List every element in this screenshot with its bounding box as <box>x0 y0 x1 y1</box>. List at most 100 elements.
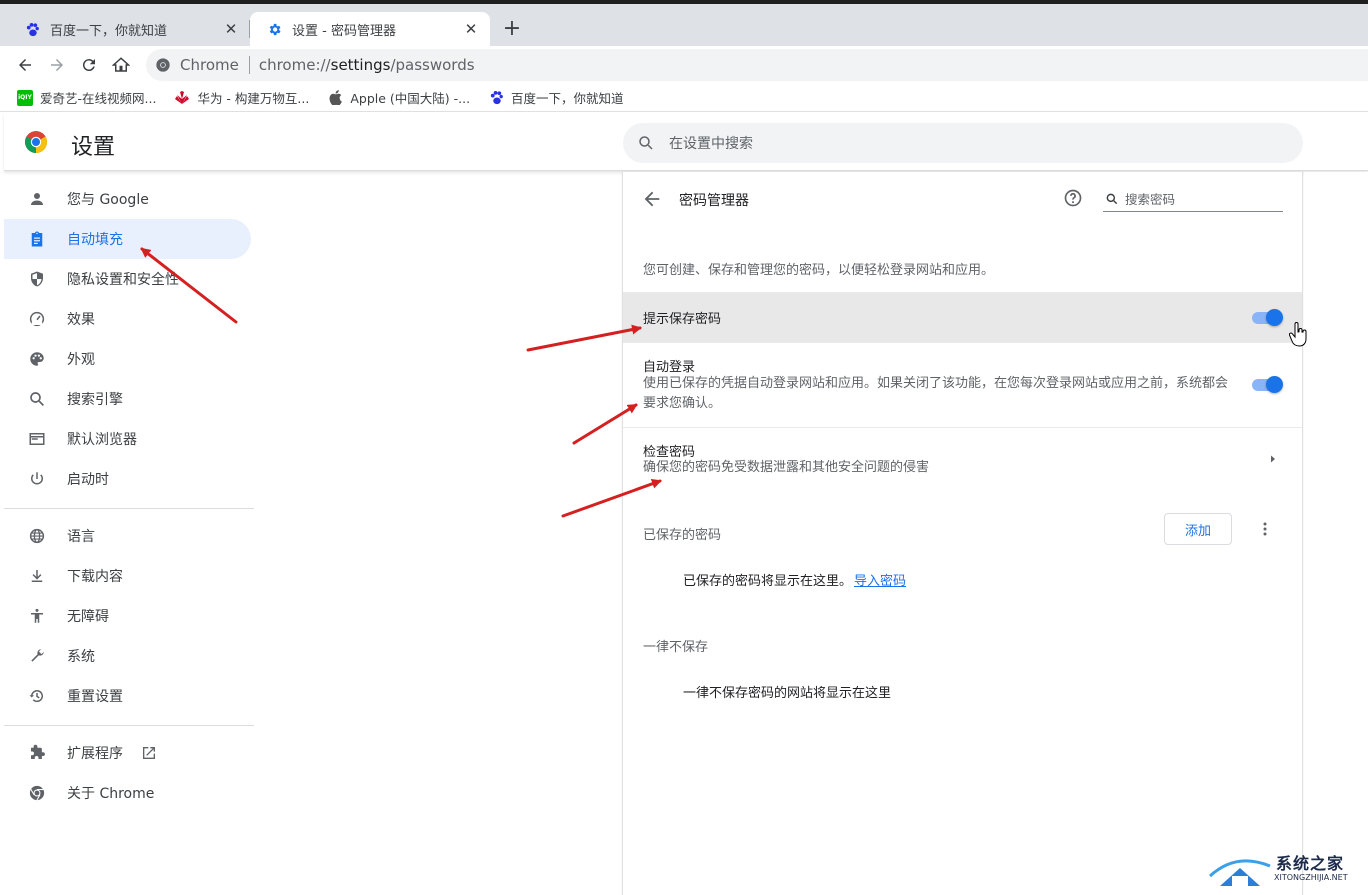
new-tab-button[interactable]: + <box>500 18 524 42</box>
watermark-subtext: XITONGZHIJIA.NET <box>1274 873 1348 882</box>
omnibox-separator <box>248 56 250 74</box>
arrow-right-icon <box>51 59 63 71</box>
sidebar-item-languages[interactable]: 语言 <box>4 516 251 556</box>
baidu-paw-icon <box>488 90 504 106</box>
toggle-knob <box>1266 309 1283 326</box>
baidu-paw-icon <box>24 21 40 37</box>
sidebar-item-reset[interactable]: 重置设置 <box>4 676 251 716</box>
bookmark-label: Apple (中国大陆) -... <box>350 91 471 106</box>
accessibility-icon <box>27 606 47 626</box>
sidebar-item-system[interactable]: 系统 <box>4 636 251 676</box>
sidebar-item-performance[interactable]: 效果 <box>4 299 251 339</box>
reload-button[interactable] <box>76 52 102 78</box>
chrome-icon <box>154 56 172 74</box>
sidebar-item-label: 自动填充 <box>67 232 123 248</box>
sidebar-item-label: 启动时 <box>67 472 109 488</box>
sidebar-item-label: 默认浏览器 <box>67 432 137 448</box>
sidebar-item-privacy[interactable]: 隐私设置和安全性 <box>4 259 251 299</box>
password-manager-card: 密码管理器 搜索密码 您可创建、保存和管理您的密码，以便轻松登录网站和应用。 提… <box>622 172 1303 895</box>
password-search-input[interactable]: 搜索密码 <box>1103 186 1283 212</box>
sidebar-item-label: 您与 Google <box>67 192 149 208</box>
offer-to-save-toggle[interactable] <box>1252 307 1283 327</box>
home-icon <box>112 57 130 72</box>
bookmark-apple[interactable]: Apple (中国大陆) -... <box>327 88 470 107</box>
sidebar-item-extensions[interactable]: 扩展程序 <box>4 733 251 773</box>
sidebar-item-on-startup[interactable]: 启动时 <box>4 459 251 499</box>
help-icon[interactable] <box>1063 188 1083 208</box>
speedometer-icon <box>27 309 47 329</box>
sidebar-item-about-chrome[interactable]: 关于 Chrome <box>4 773 251 813</box>
search-placeholder: 在设置中搜索 <box>669 136 753 152</box>
tab-baidu[interactable]: 百度一下，你就知道 ✕ <box>8 12 250 46</box>
person-icon <box>27 189 47 209</box>
sidebar-item-accessibility[interactable]: 无障碍 <box>4 596 251 636</box>
sidebar-item-label: 搜索引擎 <box>67 392 123 408</box>
sidebar-item-label: 扩展程序 <box>67 746 123 762</box>
gear-icon <box>266 21 282 37</box>
sidebar-item-label: 语言 <box>67 529 95 545</box>
bookmark-label: 爱奇艺-在线视频网... <box>40 91 157 106</box>
iqiyi-icon: iQIY <box>17 89 33 106</box>
apple-icon <box>327 90 343 106</box>
watermark-text: 系统之家 <box>1276 854 1345 873</box>
bookmark-label: 华为 - 构建万物互... <box>197 91 310 106</box>
url-scheme: chrome:// <box>258 56 331 74</box>
sidebar-item-search-engine[interactable]: 搜索引擎 <box>4 379 251 419</box>
empty-text: 已保存的密码将显示在这里。 <box>683 574 853 589</box>
setting-label: 提示保存密码 <box>643 312 722 327</box>
bookmark-baidu[interactable]: 百度一下，你就知道 <box>488 88 624 107</box>
chrome-logo-icon <box>25 131 47 153</box>
page-description: 您可创建、保存和管理您的密码，以便轻松登录网站和应用。 <box>643 263 995 278</box>
search-icon <box>27 389 47 409</box>
home-button[interactable] <box>108 52 134 78</box>
right-gutter <box>1304 172 1368 895</box>
reload-icon <box>82 59 95 72</box>
import-passwords-link[interactable]: 导入密码 <box>854 574 906 589</box>
more-vert-icon[interactable] <box>1255 519 1275 539</box>
bookmark-iqiyi[interactable]: iQIY 爱奇艺-在线视频网... <box>17 88 156 107</box>
sidebar-item-label: 外观 <box>67 352 95 368</box>
add-password-button[interactable]: 添加 <box>1164 513 1232 545</box>
setting-label: 自动登录 <box>643 360 696 375</box>
check-passwords-row[interactable]: 检查密码 确保您的密码免受数据泄露和其他安全问题的侵害 <box>623 427 1302 492</box>
back-arrow-icon[interactable] <box>641 188 663 210</box>
sidebar-item-default-browser[interactable]: 默认浏览器 <box>4 419 251 459</box>
never-saved-heading: 一律不保存 <box>643 640 709 655</box>
saved-passwords-empty: 已保存的密码将显示在这里。 导入密码 <box>683 570 906 589</box>
close-tab-icon[interactable]: ✕ <box>222 20 240 38</box>
sidebar-item-appearance[interactable]: 外观 <box>4 339 251 379</box>
url-host: settings <box>330 56 391 74</box>
sidebar-divider <box>4 725 254 726</box>
settings-search-input[interactable]: 在设置中搜索 <box>623 123 1303 163</box>
sidebar-item-label: 系统 <box>67 649 95 665</box>
auto-signin-row[interactable]: 自动登录 使用已保存的凭据自动登录网站和应用。如果关闭了该功能，在您每次登录网站… <box>623 342 1302 427</box>
bookmark-huawei[interactable]: 华为 - 构建万物互... <box>174 88 309 107</box>
saved-passwords-heading: 已保存的密码 <box>643 528 722 543</box>
offer-to-save-row[interactable]: 提示保存密码 <box>623 292 1302 342</box>
sidebar-item-label: 隐私设置和安全性 <box>67 272 179 288</box>
shield-icon <box>27 269 47 289</box>
forward-button[interactable] <box>44 52 70 78</box>
search-placeholder: 搜索密码 <box>1125 192 1176 207</box>
tab-settings[interactable]: 设置 - 密码管理器 ✕ <box>250 12 490 46</box>
huawei-icon <box>174 90 190 106</box>
page-title: 密码管理器 <box>679 193 749 209</box>
address-bar[interactable]: Chrome chrome://settings/passwords <box>146 49 1368 81</box>
wrench-icon <box>27 646 47 666</box>
sidebar-item-autofill[interactable]: 自动填充 <box>4 219 251 259</box>
bookmarks-bar: iQIY 爱奇艺-在线视频网... 华为 - 构建万物互... Apple (中… <box>0 84 1368 112</box>
sidebar-item-you-and-google[interactable]: 您与 Google <box>4 179 251 219</box>
search-icon <box>639 136 653 150</box>
chrome-icon <box>27 783 47 803</box>
close-tab-icon[interactable]: ✕ <box>462 20 480 38</box>
settings-sidebar: 您与 Google 自动填充 隐私设置和安全性 效果 外观 搜索引擎 默认浏览器… <box>4 172 256 895</box>
tab-title: 设置 - 密码管理器 <box>292 23 396 39</box>
auto-signin-toggle[interactable] <box>1252 374 1283 394</box>
search-icon <box>1106 193 1118 204</box>
sidebar-item-downloads[interactable]: 下载内容 <box>4 556 251 596</box>
tab-title: 百度一下，你就知道 <box>50 23 168 39</box>
sidebar-item-label: 关于 Chrome <box>67 786 155 802</box>
sidebar-item-label: 下载内容 <box>67 569 123 585</box>
back-button[interactable] <box>12 52 38 78</box>
setting-sublabel: 使用已保存的凭据自动登录网站和应用。如果关闭了该功能，在您每次登录网站或应用之前… <box>643 376 1229 411</box>
